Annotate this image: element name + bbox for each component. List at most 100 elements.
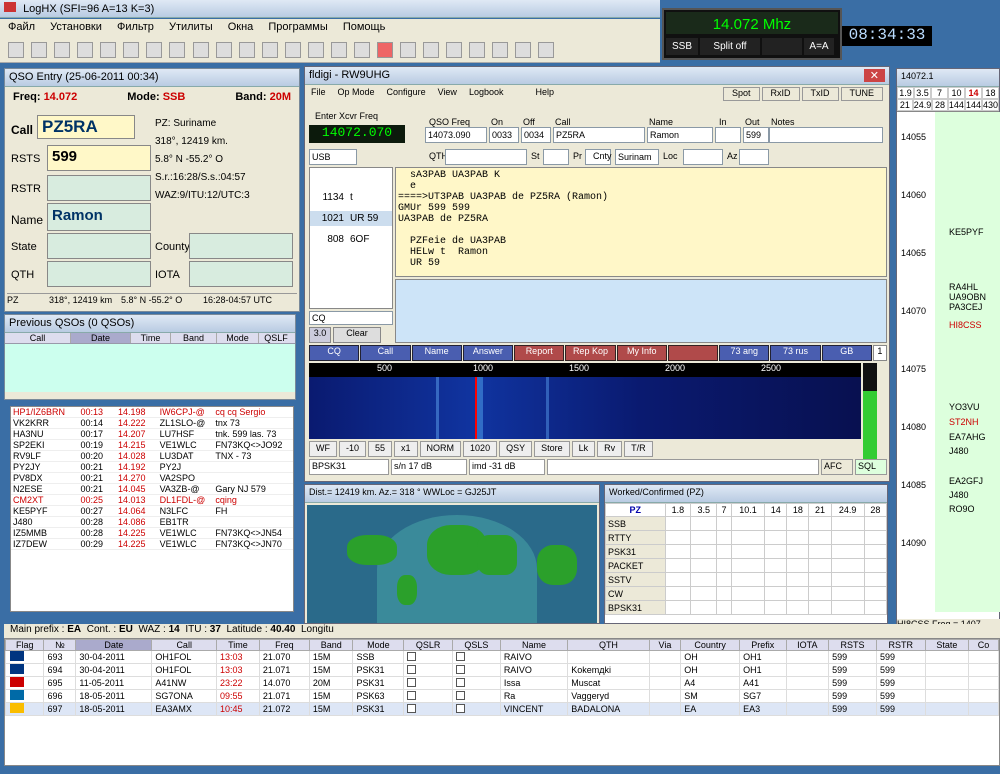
log-col-header[interactable]: Prefix	[739, 639, 787, 651]
spot-row[interactable]: N2ESE 00:21 14.045 VA3ZB-@ Gary NJ 579	[11, 483, 293, 495]
wf-control[interactable]: 1020	[463, 441, 498, 457]
menu-utilities[interactable]: Утилиты	[169, 21, 213, 33]
menu-windows[interactable]: Окна	[228, 21, 254, 33]
qsl-checkbox[interactable]	[407, 690, 417, 700]
bandmap-spot[interactable]: RA4HL	[949, 282, 978, 292]
qth-field[interactable]	[47, 261, 151, 287]
menu-filter[interactable]: Фильтр	[117, 21, 154, 33]
col-qslf[interactable]: QSLF	[259, 333, 293, 343]
band-button[interactable]: 24.9	[912, 99, 933, 111]
cnty-field[interactable]: Surinam	[615, 149, 659, 165]
log-row[interactable]: 693 30-04-2011 OH1FOL 13:03 21.070 15M SSB RAIV…	[4, 650, 999, 664]
qsl-icon[interactable]	[192, 42, 209, 58]
band-button[interactable]: 28	[932, 99, 948, 111]
bandmap-spot[interactable]: J480	[949, 446, 969, 456]
wf-control[interactable]: QSY	[499, 441, 533, 457]
bandmap-spot[interactable]: RO9O	[949, 504, 975, 514]
menu-help[interactable]: Помощь	[343, 21, 386, 33]
macro-page-button[interactable]: 1	[872, 345, 887, 361]
loc-field[interactable]	[683, 149, 723, 165]
grid-icon[interactable]	[146, 42, 163, 58]
macro-button[interactable]: Answer	[462, 345, 514, 361]
macro-button[interactable]: Rep Kop	[565, 345, 616, 361]
band-button[interactable]: 144	[947, 99, 965, 111]
qrz-icon[interactable]	[284, 42, 301, 58]
qsl-checkbox[interactable]	[455, 690, 465, 700]
log-row[interactable]: 697 18-05-2011 EA3AMX 10:45 21.072 15M PSK31 VI…	[4, 702, 999, 716]
spot-row[interactable]: PV8DX 00:21 14.270 VA2SPO	[11, 472, 293, 484]
spot-row[interactable]: CM2XT 00:25 14.013 DL1FDL-@ cqing	[11, 494, 293, 506]
globe-icon[interactable]	[307, 42, 324, 58]
log-col-header[interactable]: State	[924, 639, 970, 651]
rst-out-field[interactable]: 599	[743, 127, 769, 143]
exit-icon[interactable]	[538, 42, 555, 58]
qsl-checkbox[interactable]	[407, 703, 417, 713]
wf-control[interactable]: -10	[339, 441, 367, 457]
spot-row[interactable]: IZ5MMB 00:28 14.225 VE1WLC FN73KQ<>JN54	[11, 527, 293, 539]
tx-text-pane[interactable]	[395, 279, 887, 343]
book-icon[interactable]	[515, 42, 532, 58]
log-col-header[interactable]: Name	[499, 639, 569, 651]
signal-entry[interactable]: 1134 t	[310, 190, 392, 205]
fl-call-field[interactable]: PZ5RA	[553, 127, 645, 143]
table-icon[interactable]	[215, 42, 232, 58]
delete-icon[interactable]	[123, 42, 140, 58]
tune-toggle[interactable]: TUNE	[840, 87, 883, 101]
signal-browser[interactable]: 1134 t 1021 UR 59 808 6OF	[309, 167, 393, 309]
macro-button[interactable]: 73 rus	[770, 345, 821, 361]
tools-icon[interactable]	[77, 42, 94, 58]
state-field[interactable]	[47, 233, 151, 259]
log-col-header[interactable]: QSLS	[451, 639, 501, 651]
col-mode[interactable]: Mode	[217, 333, 259, 343]
time-on-field[interactable]: 0033	[489, 127, 519, 143]
log-col-header[interactable]: RSTS	[828, 639, 877, 651]
spot-row[interactable]: RV9LF 00:20 14.028 LU3DAT TNX - 73	[11, 450, 293, 462]
qsl-checkbox[interactable]	[455, 664, 465, 674]
list-icon[interactable]	[169, 42, 186, 58]
spot-row[interactable]: SP2EKI 00:19 14.215 VE1WLC FN73KQ<>JO92	[11, 439, 293, 451]
qso-icon[interactable]	[261, 42, 278, 58]
band-button[interactable]: 21	[897, 99, 913, 111]
waterfall[interactable]	[309, 377, 861, 439]
fl-name-field[interactable]: Ramon	[647, 127, 713, 143]
fl-menu-file[interactable]: File	[311, 87, 326, 101]
cq-input[interactable]: CQ	[309, 311, 393, 325]
menu-file[interactable]: Файл	[8, 21, 35, 33]
band-button[interactable]: 14	[965, 87, 982, 99]
macro-button[interactable]: GB	[821, 345, 872, 361]
status-mode[interactable]: BPSK31	[309, 459, 389, 475]
log-col-header[interactable]: Time	[215, 639, 260, 651]
county-field[interactable]	[189, 233, 293, 259]
fl-menu-logbook[interactable]: Logbook	[469, 87, 504, 101]
col-call[interactable]: Call	[5, 333, 71, 343]
qso-freq-field[interactable]: 14073.090	[425, 127, 487, 143]
wf-control[interactable]: T/R	[624, 441, 653, 457]
bandmap-icon[interactable]	[423, 42, 440, 58]
log-col-header[interactable]: Freq	[258, 639, 310, 651]
spot-row[interactable]: KE5PYF 00:27 14.064 N3LFC FH	[11, 505, 293, 517]
log-col-header[interactable]: Country	[680, 639, 741, 651]
log-col-header[interactable]: Flag	[4, 639, 45, 651]
fl-menu-configure[interactable]: Configure	[387, 87, 426, 101]
log-col-header[interactable]: Via	[648, 639, 682, 651]
cluster-icon[interactable]	[400, 42, 417, 58]
rst-in-field[interactable]	[715, 127, 741, 143]
call-field[interactable]: PZ5RA	[37, 115, 135, 139]
bandmap-spot[interactable]: PA3CEJ	[949, 302, 982, 312]
band-button[interactable]: 144	[964, 99, 982, 111]
xcvr-freq-display[interactable]: 14072.070	[309, 125, 405, 143]
log-col-header[interactable]: RSTR	[875, 639, 926, 651]
radio-ab[interactable]: A=A	[804, 38, 834, 55]
close-icon[interactable]: ✕	[863, 69, 885, 82]
macro-button[interactable]: My Info	[616, 345, 667, 361]
digital-icon[interactable]	[446, 42, 463, 58]
bandmap-spot[interactable]: HI8CSS	[949, 320, 982, 330]
spot-row[interactable]: PY2JY 00:21 14.192 PY2J	[11, 461, 293, 473]
band-button[interactable]: 7	[931, 87, 948, 99]
new-icon[interactable]	[8, 42, 24, 58]
rxid-toggle[interactable]: RxID	[761, 87, 800, 101]
band-button[interactable]: 3.5	[914, 87, 931, 99]
mode-select[interactable]: USB	[309, 149, 357, 165]
txid-toggle[interactable]: TxID	[801, 87, 839, 101]
macro-button[interactable]: 73 ang	[719, 345, 770, 361]
